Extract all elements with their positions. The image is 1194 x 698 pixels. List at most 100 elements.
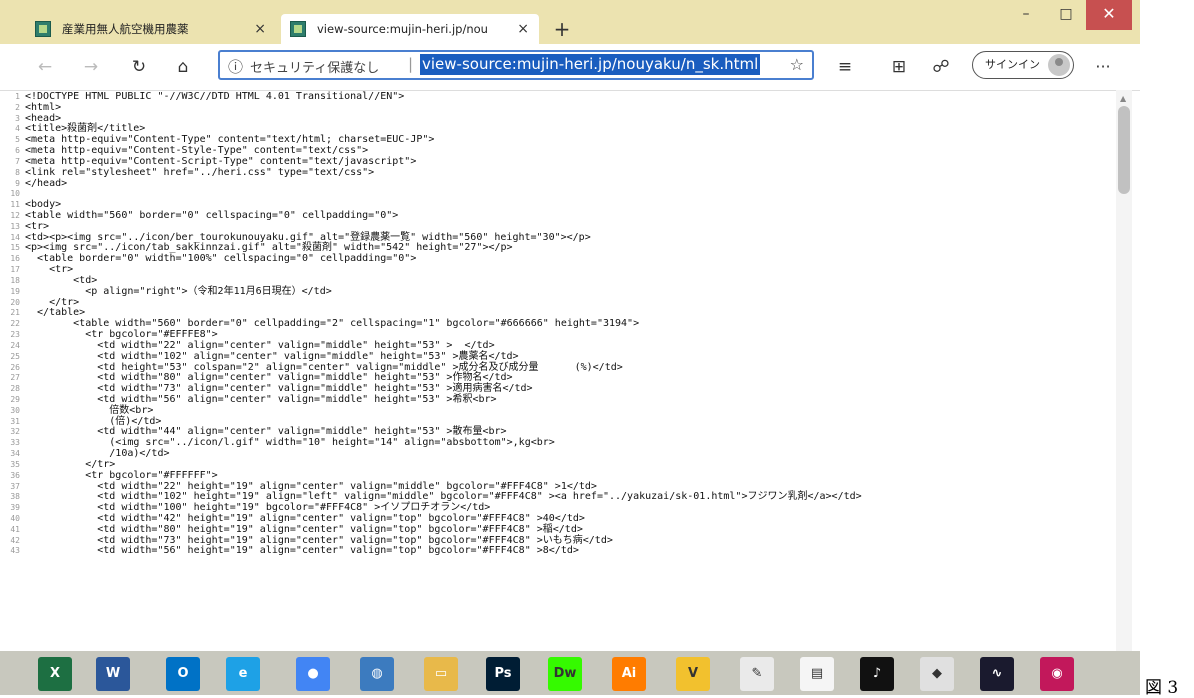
source-code-text: <html>	[25, 101, 62, 113]
audio-editor-icon[interactable]: ∿	[980, 657, 1014, 691]
source-code-text: <td width="56" height="19" align="center…	[25, 545, 579, 557]
source-code-text: <!DOCTYPE HTML PUBLIC "-//W3C//DTD HTML …	[25, 91, 405, 102]
vertical-scrollbar[interactable]: ▲	[1116, 90, 1132, 656]
ie-icon[interactable]: e	[226, 657, 260, 691]
favorites-icon[interactable]: ≡	[830, 52, 860, 82]
navigation-toolbar: ← → ↻ ⌂ ⓘ セキュリティ保護なし | view-source:mujin…	[0, 44, 1140, 91]
line-number: 30	[10, 405, 20, 415]
source-code-text: <td>	[25, 274, 98, 286]
source-line: 17 <tr>	[0, 264, 1110, 276]
line-number: 43	[10, 546, 20, 556]
taskbar: X W Oe ● ◍ ▭ Ps Dw Ai V ✎ ▤ ♪ ◆ ∿ ◉	[0, 651, 1140, 695]
source-code-text: <td width="102" height="19" align="left"…	[25, 491, 862, 503]
source-code-text: <tr bgcolor="#EFFFE8">	[25, 329, 218, 341]
site-favicon-icon	[290, 21, 306, 37]
tab-title: 産業用無人航空機用農薬	[62, 22, 189, 36]
illustrator-icon[interactable]: Ai	[612, 657, 646, 691]
network-icon[interactable]: ◍	[360, 657, 394, 691]
chrome-icon[interactable]: ●	[296, 657, 330, 691]
line-number: 14	[10, 232, 20, 242]
source-code-text: <td width="73" align="center" valign="mi…	[25, 383, 533, 395]
address-separator: |	[408, 55, 414, 73]
favorite-star-icon[interactable]: ☆	[790, 55, 804, 74]
back-arrow-icon[interactable]: ←	[30, 52, 60, 82]
file-explorer-icon[interactable]: ▭	[424, 657, 458, 691]
figure-caption: 図 3	[1145, 678, 1179, 698]
source-line: 16 <table border="0" width="100%" cellsp…	[0, 253, 1110, 265]
tab-view-source[interactable]: view-source:mujin-heri.jp/nouyaku ×	[281, 14, 539, 44]
tab-close-icon[interactable]: ×	[254, 14, 266, 44]
line-number: 1	[15, 92, 20, 101]
line-number: 34	[10, 449, 20, 459]
line-number: 5	[15, 135, 20, 145]
info-icon[interactable]: ⓘ	[228, 56, 243, 77]
source-code-text: <body>	[25, 199, 62, 211]
source-code-text: <link rel="stylesheet" href="../heri.css…	[25, 166, 375, 178]
line-number: 27	[10, 373, 20, 383]
line-number: 35	[10, 459, 20, 469]
vectorworks-icon[interactable]: V	[676, 657, 710, 691]
share-icon[interactable]: ☍	[926, 52, 956, 82]
source-code-text: <title>殺菌剤</title>	[25, 123, 146, 135]
line-number: 28	[10, 384, 20, 394]
line-number: 15	[10, 243, 20, 253]
line-number: 36	[10, 470, 20, 480]
source-line: 19 <p align="right">（令和2年11月6日現在）</td>	[0, 285, 1110, 298]
minimize-button[interactable]: –	[1006, 0, 1046, 30]
signin-label: サインイン	[985, 58, 1040, 71]
source-code-text: </head>	[25, 177, 68, 189]
outlook-icon[interactable]: O	[166, 657, 200, 691]
line-number: 37	[10, 481, 20, 491]
signin-button[interactable]: サインイン	[972, 51, 1074, 79]
refresh-icon[interactable]: ↻	[124, 52, 154, 82]
line-number: 29	[10, 394, 20, 404]
address-bar[interactable]: ⓘ セキュリティ保護なし | view-source:mujin-heri.jp…	[218, 50, 814, 80]
source-code-text: </tr>	[25, 458, 116, 470]
scrollbar-thumb[interactable]	[1118, 106, 1130, 194]
dreamweaver-icon[interactable]: Dw	[548, 657, 582, 691]
tab-bar: 産業用無人航空機用農薬 × view-source:mujin-heri.jp/…	[0, 0, 1140, 44]
collections-icon[interactable]: ⊞	[884, 52, 914, 82]
source-line: 30 倍数<br>	[0, 405, 1110, 417]
tab-close-icon[interactable]: ×	[517, 14, 529, 44]
notepad-icon[interactable]: ✎	[740, 657, 774, 691]
source-code-text: </table>	[25, 307, 86, 319]
line-number: 17	[10, 265, 20, 275]
source-code-text: <td height="53" colspan="2" align="cente…	[25, 361, 623, 373]
home-icon[interactable]: ⌂	[168, 52, 198, 82]
more-menu-icon[interactable]: ···	[1088, 52, 1118, 82]
scroll-up-arrow-icon[interactable]: ▲	[1120, 94, 1126, 103]
word-icon[interactable]: W	[96, 657, 130, 691]
paint-app-icon[interactable]: ◆	[920, 657, 954, 691]
line-number: 20	[10, 297, 20, 307]
line-number: 41	[10, 524, 20, 534]
music-app-icon[interactable]: ♪	[860, 657, 894, 691]
source-code-text: </tr>	[25, 296, 80, 308]
source-code-text: <tr>	[25, 264, 74, 276]
line-number: 39	[10, 503, 20, 513]
source-code-view: 1 <!DOCTYPE HTML PUBLIC "-//W3C//DTD HTML…	[0, 90, 1116, 656]
line-number: 16	[10, 254, 20, 264]
new-tab-button[interactable]: +	[548, 14, 576, 44]
maximize-button[interactable]: □	[1046, 0, 1086, 30]
source-code-text: /10a)</td>	[25, 448, 170, 460]
line-number: 18	[10, 275, 20, 285]
photoshop-icon[interactable]: Ps	[486, 657, 520, 691]
line-number: 10	[10, 189, 20, 199]
forward-arrow-icon[interactable]: →	[76, 52, 106, 82]
tab-nouyaku-page[interactable]: 産業用無人航空機用農薬 ×	[26, 14, 276, 44]
line-number: 6	[15, 146, 20, 156]
source-code-text: <table width="560" border="0" cellspacin…	[25, 210, 399, 222]
close-window-button[interactable]: ✕	[1086, 0, 1132, 30]
source-code-text: <p align="right">（令和2年11月6日現在）</td>	[25, 285, 332, 297]
source-line: 20 </tr>	[0, 296, 1110, 309]
media-player-icon[interactable]: ◉	[1040, 657, 1074, 691]
source-line: 3 <head>	[0, 113, 1110, 125]
source-line: 2 <html>	[0, 101, 1110, 114]
line-number: 24	[10, 340, 20, 350]
excel-icon[interactable]: X	[38, 657, 72, 691]
url-text[interactable]: view-source:mujin-heri.jp/nouyaku/n_sk.h…	[420, 54, 761, 75]
source-line: 9 </head>	[0, 177, 1110, 190]
document-icon[interactable]: ▤	[800, 657, 834, 691]
source-line: 1 <!DOCTYPE HTML PUBLIC "-//W3C//DTD HTML…	[0, 91, 1110, 103]
